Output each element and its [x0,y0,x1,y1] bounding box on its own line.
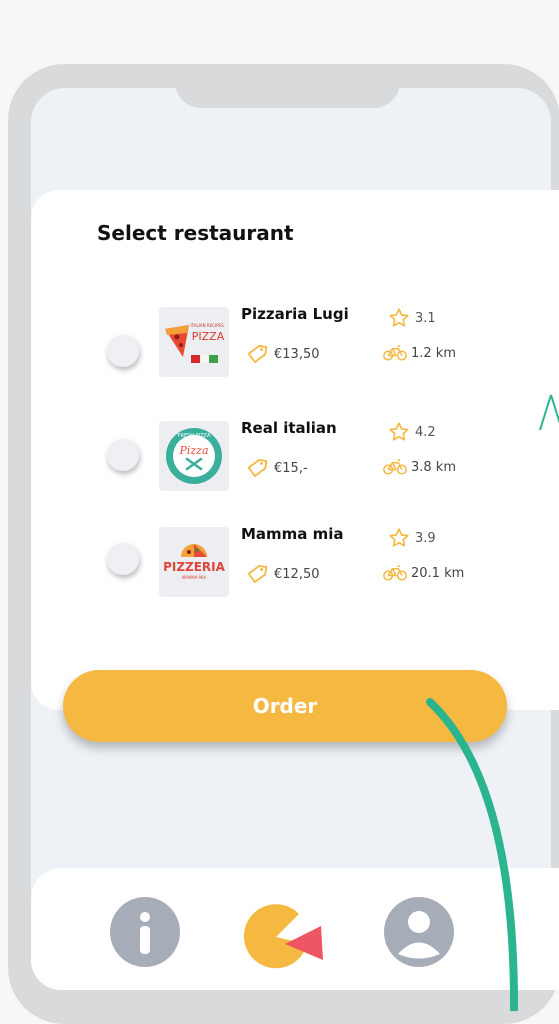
logo-subtext: MAMMA MIA [182,575,207,580]
logo-subtext: FRESH PIZZA [178,433,211,439]
bicycle-icon [383,565,407,581]
restaurant-logo: PIZZERIA MAMMA MIA [159,527,229,597]
restaurant-name: Pizzaria Lugi [241,305,349,323]
restaurant-radio[interactable] [107,335,139,367]
phone-notch [175,64,400,108]
logo-text: PIZZA [192,330,225,343]
restaurant-row[interactable]: ITALIAN RECIPES PIZZA Pizzaria Lugi 3.1 … [0,300,559,380]
rating-value: 3.9 [415,530,436,546]
restaurant-name: Mamma mia [241,525,344,543]
rating-value: 3.1 [415,310,436,326]
distance-value: 20.1 km [411,565,465,581]
logo-subtext: ITALIAN RECIPES [190,323,224,328]
price-value: €15,- [274,460,308,476]
restaurant-rating: 3.9 [388,527,436,549]
star-icon [389,422,409,441]
restaurant-radio[interactable] [107,439,139,471]
price-value: €12,50 [274,566,320,582]
info-icon[interactable] [110,897,180,967]
restaurant-name: Real italian [241,419,337,437]
price-tag-icon [247,345,268,363]
restaurant-rating: 4.2 [388,421,436,443]
price-tag-icon [247,459,268,477]
star-icon [389,308,409,327]
bicycle-icon [383,345,407,361]
logo-text: PIZZERIA [163,560,226,574]
restaurant-row[interactable]: FRESH PIZZA Pizza Real italian 4.2 €15,-… [0,414,559,494]
logo-text: Pizza [178,444,208,457]
restaurant-logo: FRESH PIZZA Pizza [159,421,229,491]
bicycle-icon [383,459,407,475]
price-tag-icon [247,565,268,583]
rating-value: 4.2 [415,424,436,440]
price-value: €13,50 [274,346,320,362]
restaurant-price: €12,50 [246,563,320,585]
order-button[interactable]: Order [63,670,507,742]
page-title: Select restaurant [97,221,294,245]
restaurant-rating: 3.1 [388,307,436,329]
distance-value: 1.2 km [411,345,456,361]
restaurant-price: €15,- [246,457,308,479]
restaurant-logo: ITALIAN RECIPES PIZZA [159,307,229,377]
restaurant-price: €13,50 [246,343,320,365]
distance-value: 3.8 km [411,459,456,475]
user-icon[interactable] [384,897,454,967]
restaurant-distance: 1.2 km [383,344,456,362]
restaurant-radio[interactable] [107,543,139,575]
bottom-nav [31,868,559,990]
restaurant-distance: 20.1 km [383,564,464,582]
pie-chart-icon[interactable] [241,902,329,972]
restaurant-row[interactable]: PIZZERIA MAMMA MIA Mamma mia 3.9 €12,50 … [0,520,559,600]
star-icon [389,528,409,547]
restaurant-distance: 3.8 km [383,458,456,476]
